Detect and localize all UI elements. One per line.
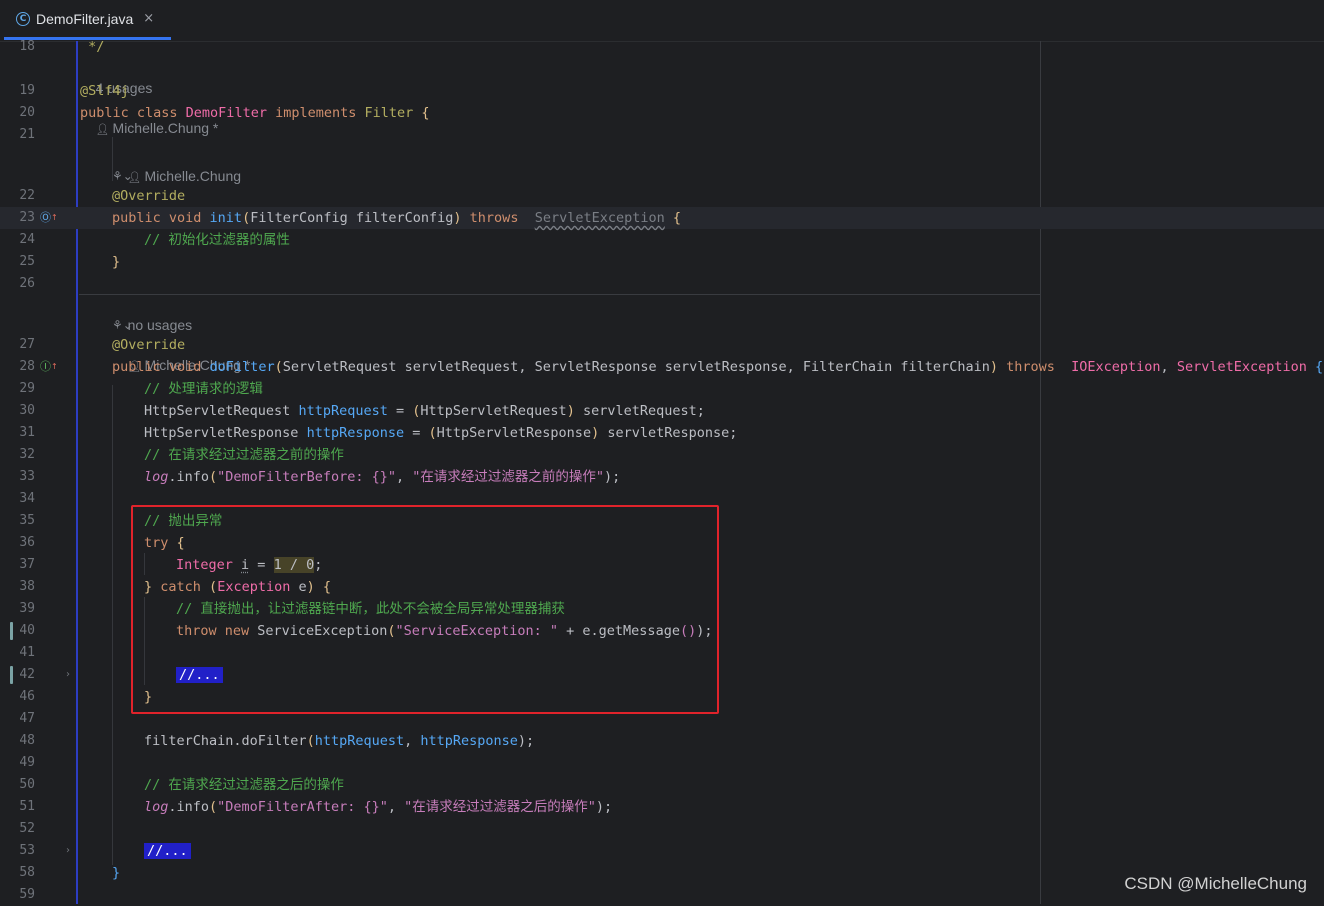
line-number: 47 [19,711,35,726]
code-text: @Override [112,188,186,204]
line-number: 28 [19,359,35,374]
line-number: 39 [19,601,35,616]
code-text: log.info("DemoFilterAfter: {}", "在请求经过过滤… [144,799,613,815]
line-number: 50 [19,777,35,792]
code-line-50: 50 // 在请求经过过滤器之后的操作 [0,774,1324,796]
line-number: 25 [19,254,35,269]
code-line-22: 22 @Override [0,185,1324,207]
line-number: 41 [19,645,35,660]
line-number: 31 [19,425,35,440]
implements-method-icon[interactable]: Ⓞ↑ [40,207,58,229]
code-line-18: 18 */ [0,36,1324,58]
line-number: 18 [19,39,35,54]
code-text: public class DemoFilter implements Filte… [80,105,430,121]
line-number: 22 [19,188,35,203]
line-number: 21 [19,127,35,142]
code-text: // 在请求经过过滤器之前的操作 [144,447,344,463]
code-line-21: 21 [0,124,1324,146]
code-editor[interactable]: 18 */ 4 usages 👤︎ Michelle.Chung * 19 @Sl… [0,39,1324,904]
close-icon[interactable]: × [143,11,154,26]
tab-label: DemoFilter.java [36,10,134,27]
code-line-51: 51 log.info("DemoFilterAfter: {}", "在请求经… [0,796,1324,818]
code-line-29: 29 // 处理请求的逻辑 [0,378,1324,400]
line-number: 36 [19,535,35,550]
code-text: HttpServletResponse httpResponse = (Http… [144,425,738,441]
line-number: 23 [19,210,35,225]
code-line-25: 25 } [0,251,1324,273]
line-number: 48 [19,733,35,748]
code-text: filterChain.doFilter(httpRequest, httpRe… [144,733,535,749]
line-number: 53 [19,843,35,858]
code-line-33: 33 log.info("DemoFilterBefore: {}", "在请求… [0,466,1324,488]
code-line-26: 26 [0,273,1324,295]
line-number: 29 [19,381,35,396]
java-class-icon: C [16,11,30,26]
code-text: */ [80,39,105,55]
tab-demofilter-java[interactable]: C DemoFilter.java × [4,0,171,40]
fold-chevron-icon[interactable]: › [66,840,70,862]
code-line-48: 48 filterChain.doFilter(httpRequest, htt… [0,730,1324,752]
ai-actions-icon[interactable]: ⚘⌄ [112,169,133,183]
implements-method-icon[interactable]: Ⓘ↑ [40,356,58,378]
line-number: 59 [19,887,35,902]
code-line-52: 52 [0,818,1324,840]
code-text: log.info("DemoFilterBefore: {}", "在请求经过过… [144,469,621,485]
code-line-49: 49 [0,752,1324,774]
code-text: } [112,254,121,270]
code-text: public void init(FilterConfig filterConf… [112,210,682,226]
line-number: 46 [19,689,35,704]
folded-region[interactable]: //... [144,843,191,859]
line-number: 32 [19,447,35,462]
code-text: // 在请求经过过滤器之后的操作 [144,777,344,793]
code-text: // 初始化过滤器的属性 [144,232,290,248]
author-hint[interactable]: Michelle.Chung [145,168,242,184]
line-number: 34 [19,491,35,506]
code-line-30: 30 HttpServletRequest httpRequest = (Htt… [0,400,1324,422]
line-number: 20 [19,105,35,120]
code-text: } [112,865,121,881]
line-number: 35 [19,513,35,528]
watermark: CSDN @MichelleChung [1124,874,1307,893]
line-number: 58 [19,865,35,880]
line-number: 52 [19,821,35,836]
code-line-32: 32 // 在请求经过过滤器之前的操作 [0,444,1324,466]
code-line-23: 23 Ⓞ↑ public void init(FilterConfig filt… [0,207,1324,229]
line-number: 30 [19,403,35,418]
line-number: 42 [19,667,35,682]
line-number: 19 [19,83,35,98]
code-text: public void doFilter(ServletRequest serv… [112,359,1324,375]
line-number: 40 [19,623,35,638]
line-number: 38 [19,579,35,594]
line-number: 24 [19,232,35,247]
line-number: 26 [19,276,35,291]
highlight-annotation-box [131,505,719,714]
line-number: 33 [19,469,35,484]
code-text: HttpServletRequest httpRequest = (HttpSe… [144,403,705,419]
code-text: // 处理请求的逻辑 [144,381,263,397]
code-line-19: 19 @Slf4j [0,80,1324,102]
code-line-53: 53 › //... [0,840,1324,862]
line-number: 27 [19,337,35,352]
usages-hint[interactable]: no usages [128,317,193,333]
code-line-20: 20 public class DemoFilter implements Fi… [0,102,1324,124]
code-line-24: 24 // 初始化过滤器的属性 [0,229,1324,251]
line-number: 51 [19,799,35,814]
fold-chevron-icon[interactable]: › [66,664,70,686]
code-line-31: 31 HttpServletResponse httpResponse = (H… [0,422,1324,444]
code-text: @Slf4j [80,83,129,99]
code-text: @Override [112,337,186,353]
line-number: 49 [19,755,35,770]
code-line-27: 27 @Override [0,334,1324,356]
ai-actions-icon[interactable]: ⚘⌄ [112,318,133,332]
line-number: 37 [19,557,35,572]
code-line-28: 28 Ⓘ↑ public void doFilter(ServletReques… [0,356,1324,378]
code-text: //... [144,840,191,862]
